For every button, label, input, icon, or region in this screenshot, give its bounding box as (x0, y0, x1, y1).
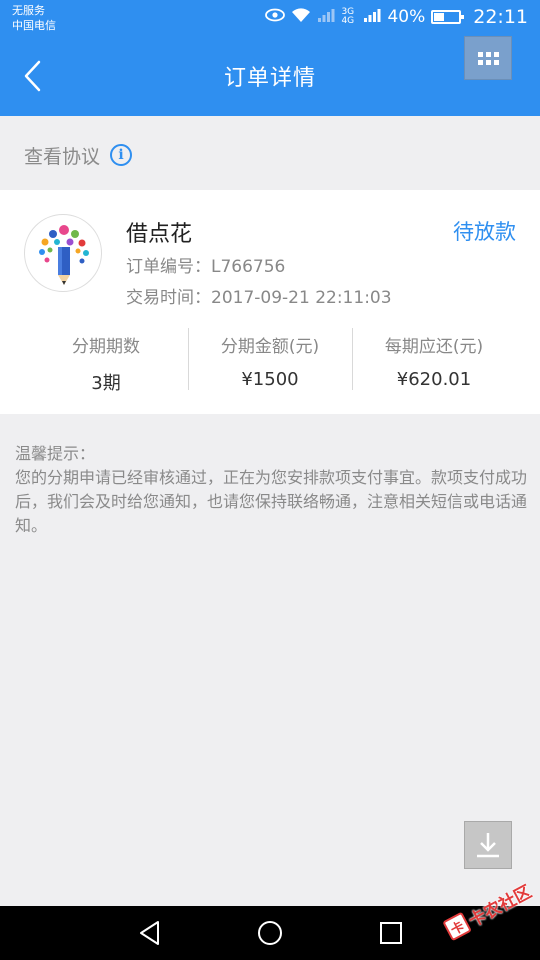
trade-time-value: 2017-09-21 22:11:03 (211, 288, 392, 308)
installment-stats: 分期期数 3期 分期金额(元) ¥1500 每期应还(元) ¥620.01 (24, 328, 516, 394)
wifi-icon (291, 7, 311, 28)
download-button[interactable] (464, 821, 512, 869)
grid-menu-button[interactable] (464, 36, 512, 80)
stat-value: ¥620.01 (396, 369, 472, 390)
stat-label: 分期期数 (72, 337, 140, 357)
notice-body: 您的分期申请已经审核通过，正在为您安排款项支付事宜。款项支付成功后，我们会及时给… (15, 468, 528, 535)
stat-per-period-repayment: 每期应还(元) ¥620.01 (352, 328, 516, 390)
status-bar: 无服务 中国电信 3G 4G 40% 22:11 (0, 0, 540, 36)
carrier-line-2: 中国电信 (12, 19, 56, 32)
watermark-text: 卡农社区 (465, 881, 535, 932)
stat-label: 分期金额(元) (220, 337, 320, 357)
order-number-label: 订单编号： (126, 257, 211, 277)
app-header: 订单详情 (0, 36, 540, 116)
status-indicators: 3G 4G 40% 22:11 (265, 6, 528, 28)
product-name: 借点花 (126, 222, 193, 247)
triangle-back-icon (140, 921, 159, 945)
stat-installment-amount: 分期金额(元) ¥1500 (188, 328, 352, 390)
battery-icon (431, 10, 465, 24)
clock: 22:11 (473, 6, 528, 28)
stat-installment-count: 分期期数 3期 (24, 328, 188, 394)
circle-home-icon (258, 921, 282, 945)
eye-icon (265, 8, 286, 27)
nav-back-button[interactable] (136, 918, 166, 948)
view-agreement-label: 查看协议 (24, 145, 101, 168)
trade-time-row: 交易时间：2017-09-21 22:11:03 (126, 283, 392, 308)
battery-fill (434, 13, 445, 21)
stat-value: ¥1500 (241, 369, 299, 390)
nav-home-button[interactable] (255, 918, 285, 948)
view-agreement-link[interactable]: 查看协议 i (24, 140, 133, 170)
download-icon (477, 833, 499, 858)
notice-title: 温馨提示： (15, 444, 96, 463)
nav-recent-button[interactable] (376, 918, 406, 948)
notice-text: 温馨提示： 您的分期申请已经审核通过，正在为您安排款项支付事宜。款项支付成功后，… (15, 442, 530, 538)
order-card: 借点花 待放款 订单编号：L766756 交易时间：2017-09-21 22:… (0, 190, 540, 414)
order-number-value: L766756 (211, 257, 286, 277)
pencil-tree-logo-icon (39, 225, 89, 285)
stat-value: 3期 (91, 373, 121, 394)
order-status-badge: 待放款 (453, 220, 516, 244)
carrier-line-1: 无服务 (12, 4, 45, 17)
product-logo (24, 214, 102, 292)
page-title: 订单详情 (223, 66, 316, 91)
stat-label: 每期应还(元) (384, 337, 484, 357)
signal-icon (317, 7, 335, 28)
order-number-row: 订单编号：L766756 (126, 252, 285, 277)
info-icon[interactable]: i (110, 144, 133, 166)
grid-icon (477, 51, 499, 65)
trade-time-label: 交易时间： (126, 288, 211, 308)
signal-icon-2 (363, 7, 381, 28)
square-recent-icon (380, 922, 402, 944)
network-type-label: 3G 4G (341, 7, 355, 26)
carrier-info: 无服务 中国电信 (12, 3, 56, 33)
battery-percent: 40% (387, 7, 426, 27)
